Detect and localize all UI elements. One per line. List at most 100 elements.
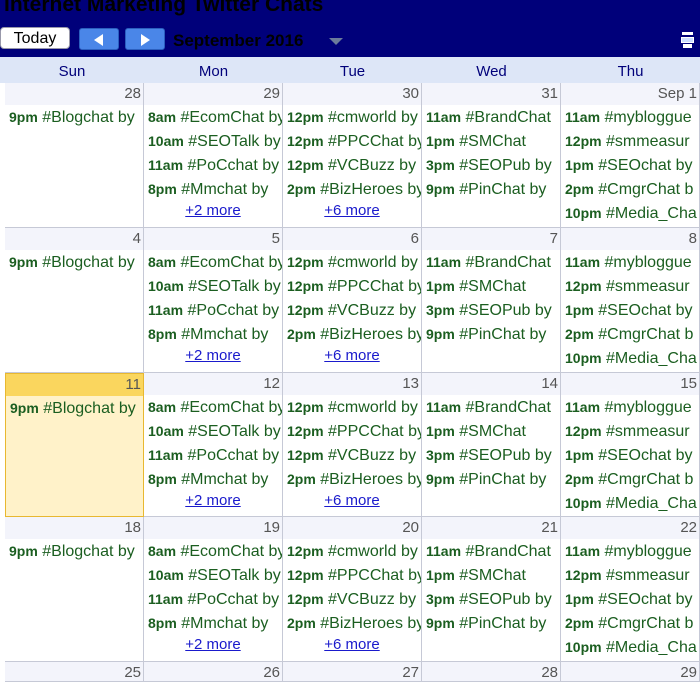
day-number[interactable]: 7 [422, 228, 560, 250]
event-item[interactable]: 9pm #PinChat by [426, 323, 560, 345]
day-cell[interactable]: 28 9pm #Blogchat by [5, 83, 144, 228]
event-item[interactable]: 11am #mybloggue [565, 396, 699, 418]
event-item[interactable]: 2pm #BizHeroes by [287, 468, 421, 490]
day-cell[interactable]: 5 8am #EcomChat by 10am #SEOTalk by 11am #P… [144, 228, 283, 373]
more-events-link[interactable]: +6 more [283, 492, 421, 509]
day-number[interactable]: 18 [5, 517, 143, 539]
event-item[interactable]: 11am #PoCchat by [148, 299, 282, 321]
event-item[interactable]: 12pm #smmeasur [565, 420, 699, 442]
day-number[interactable]: 26 [144, 662, 282, 681]
event-item[interactable]: 10am #SEOTalk by [148, 420, 282, 442]
event-item[interactable]: 11am #mybloggue [565, 106, 699, 128]
event-item[interactable]: 8pm #Mmchat by [148, 178, 282, 200]
next-month-button[interactable] [125, 28, 165, 50]
day-cell[interactable]: 7 11am #BrandChat 1pm #SMChat 3pm #SEOPub b… [422, 228, 561, 373]
day-cell[interactable]: 27 [283, 662, 422, 682]
day-cell[interactable]: 25 [5, 662, 144, 682]
event-item[interactable]: 2pm #CmgrChat b [565, 612, 699, 634]
day-cell[interactable]: 21 11am #BrandChat 1pm #SMChat 3pm #SEOPub … [422, 517, 561, 662]
event-item[interactable]: 12pm #VCBuzz by [287, 588, 421, 610]
today-button[interactable]: Today [0, 27, 70, 49]
more-events-link[interactable]: +2 more [144, 492, 282, 509]
day-number[interactable]: 11 [6, 374, 143, 396]
event-item[interactable]: 10pm #Media_Cha [565, 347, 699, 369]
day-number[interactable]: 29 [144, 83, 282, 105]
event-item[interactable]: 1pm #SMChat [426, 130, 560, 152]
day-cell[interactable]: 31 11am #BrandChat 1pm #SMChat 3pm #SEOPub … [422, 83, 561, 228]
event-item[interactable]: 10pm #Media_Cha [565, 202, 699, 224]
event-item[interactable]: 9pm #PinChat by [426, 468, 560, 490]
event-item[interactable]: 12pm #cmworld by [287, 251, 421, 273]
day-cell[interactable]: 20 12pm #cmworld by 12pm #PPCChat by 12pm #… [283, 517, 422, 662]
event-item[interactable]: 2pm #BizHeroes by [287, 178, 421, 200]
day-cell[interactable]: 29 [561, 662, 700, 682]
day-number[interactable]: 13 [283, 373, 421, 395]
event-item[interactable]: 8am #EcomChat by [148, 540, 282, 562]
event-item[interactable]: 12pm #smmeasur [565, 564, 699, 586]
event-item[interactable]: 11am #BrandChat [426, 396, 560, 418]
event-item[interactable]: 10am #SEOTalk by [148, 564, 282, 586]
event-item[interactable]: 12pm #VCBuzz by [287, 299, 421, 321]
day-cell[interactable]: 19 8am #EcomChat by 10am #SEOTalk by 11am #… [144, 517, 283, 662]
day-cell[interactable]: 29 8am #EcomChat by 10am #SEOTalk by 11am #… [144, 83, 283, 228]
day-number[interactable]: Sep 1 [561, 83, 699, 105]
more-events-link[interactable]: +6 more [283, 636, 421, 653]
event-item[interactable]: 11am #PoCchat by [148, 444, 282, 466]
more-events-link[interactable]: +2 more [144, 636, 282, 653]
event-item[interactable]: 9pm #Blogchat by [9, 106, 143, 128]
event-item[interactable]: 2pm #BizHeroes by [287, 612, 421, 634]
event-item[interactable]: 9pm #PinChat by [426, 178, 560, 200]
event-item[interactable]: 12pm #VCBuzz by [287, 154, 421, 176]
day-number[interactable]: 8 [561, 228, 699, 250]
event-item[interactable]: 9pm #Blogchat by [9, 251, 143, 273]
event-item[interactable]: 9pm #Blogchat by [9, 540, 143, 562]
event-item[interactable]: 1pm #SMChat [426, 275, 560, 297]
event-item[interactable]: 11am #mybloggue [565, 251, 699, 273]
day-number[interactable]: 30 [283, 83, 421, 105]
event-item[interactable]: 1pm #SMChat [426, 564, 560, 586]
event-item[interactable]: 12pm #PPCChat by [287, 275, 421, 297]
day-number[interactable]: 25 [5, 662, 143, 681]
day-number[interactable]: 19 [144, 517, 282, 539]
day-cell[interactable]: 22 11am #mybloggue 12pm #smmeasur 1pm #SEOc… [561, 517, 700, 662]
event-item[interactable]: 11am #mybloggue [565, 540, 699, 562]
event-item[interactable]: 8pm #Mmchat by [148, 612, 282, 634]
event-item[interactable]: 1pm #SEOchat by [565, 299, 699, 321]
event-item[interactable]: 11am #BrandChat [426, 106, 560, 128]
more-events-link[interactable]: +6 more [283, 347, 421, 364]
day-number[interactable]: 27 [283, 662, 421, 681]
event-item[interactable]: 12pm #cmworld by [287, 540, 421, 562]
event-item[interactable]: 1pm #SEOchat by [565, 444, 699, 466]
day-number[interactable]: 22 [561, 517, 699, 539]
event-item[interactable]: 8pm #Mmchat by [148, 323, 282, 345]
day-cell[interactable]: 8 11am #mybloggue 12pm #smmeasur 1pm #SEOch… [561, 228, 700, 373]
event-item[interactable]: 8am #EcomChat by [148, 106, 282, 128]
event-item[interactable]: 1pm #SEOchat by [565, 588, 699, 610]
day-number[interactable]: 12 [144, 373, 282, 395]
event-item[interactable]: 8am #EcomChat by [148, 251, 282, 273]
event-item[interactable]: 2pm #CmgrChat b [565, 468, 699, 490]
event-item[interactable]: 2pm #CmgrChat b [565, 178, 699, 200]
event-item[interactable]: 3pm #SEOPub by [426, 588, 560, 610]
day-number[interactable]: 31 [422, 83, 560, 105]
event-item[interactable]: 8am #EcomChat by [148, 396, 282, 418]
event-item[interactable]: 1pm #SEOchat by [565, 154, 699, 176]
day-cell[interactable]: 15 11am #mybloggue 12pm #smmeasur 1pm #SEOc… [561, 373, 700, 517]
event-item[interactable]: 10pm #Media_Cha [565, 636, 699, 658]
event-item[interactable]: 12pm #PPCChat by [287, 420, 421, 442]
event-item[interactable]: 2pm #BizHeroes by [287, 323, 421, 345]
event-item[interactable]: 12pm #smmeasur [565, 130, 699, 152]
day-number[interactable]: 21 [422, 517, 560, 539]
event-item[interactable]: 11am #PoCchat by [148, 588, 282, 610]
event-item[interactable]: 12pm #PPCChat by [287, 130, 421, 152]
day-cell[interactable]: 30 12pm #cmworld by 12pm #PPCChat by 12pm #… [283, 83, 422, 228]
day-cell[interactable]: 26 [144, 662, 283, 682]
day-cell[interactable]: 12 8am #EcomChat by 10am #SEOTalk by 11am #… [144, 373, 283, 517]
event-item[interactable]: 12pm #cmworld by [287, 106, 421, 128]
day-cell[interactable]: 6 12pm #cmworld by 12pm #PPCChat by 12pm #V… [283, 228, 422, 373]
event-item[interactable]: 2pm #CmgrChat b [565, 323, 699, 345]
day-number[interactable]: 28 [5, 83, 143, 105]
day-cell[interactable]: 13 12pm #cmworld by 12pm #PPCChat by 12pm #… [283, 373, 422, 517]
event-item[interactable]: 11am #PoCchat by [148, 154, 282, 176]
day-cell-today[interactable]: 11 9pm #Blogchat by [5, 373, 144, 517]
